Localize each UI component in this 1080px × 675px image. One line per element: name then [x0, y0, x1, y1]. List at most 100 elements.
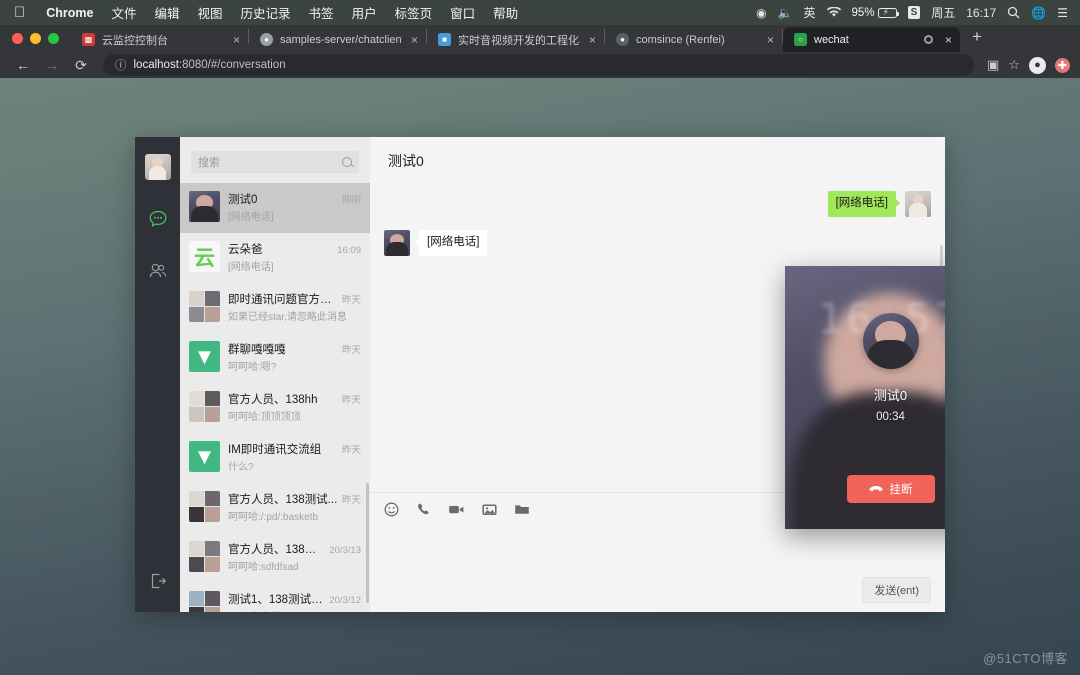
menubar-clock[interactable]: 16:17 [966, 6, 996, 20]
conversation-top-line: IM即时通讯交流组 昨天 [228, 441, 361, 457]
send-button[interactable]: 发送(ent) [862, 577, 931, 603]
browser-tab-title: 云监控控制台 [102, 32, 224, 48]
avatar [189, 391, 220, 422]
sogou-input-icon[interactable]: S [908, 6, 921, 19]
search-placeholder: 搜索 [198, 154, 220, 170]
conversation-top-line: 测试1、138测试1... 20/3/12 [228, 591, 361, 607]
apple-menu-icon[interactable]:  [14, 5, 25, 20]
battery-percent-label: 95% [852, 7, 875, 19]
account-icon[interactable]: ● [1029, 57, 1046, 74]
menu-item-bookmarks[interactable]: 书签 [300, 3, 343, 22]
menu-item-history[interactable]: 历史记录 [232, 3, 300, 22]
conversation-name: 即时通讯问题官方反... [228, 291, 338, 307]
conversation-list-scrollbar[interactable] [366, 483, 369, 603]
menu-item-window[interactable]: 窗口 [441, 3, 484, 22]
conversation-item-2[interactable]: 即时通讯问题官方反... 昨天 如果已经star,请忽略此消息 [180, 283, 370, 333]
github-icon: ● [616, 33, 629, 46]
conversation-item-8[interactable]: 测试1、138测试1... 20/3/12 呵呵哈:必须 [180, 583, 370, 612]
conversation-name: 测试0 [228, 191, 338, 207]
conversation-time: 昨天 [342, 342, 361, 356]
control-center-icon[interactable]: ☰ [1057, 6, 1068, 20]
avatar[interactable] [145, 154, 171, 180]
back-arrow-icon[interactable]: ← [10, 54, 36, 76]
address-bar[interactable]: ⓘ localhost:8080/#/conversation [103, 54, 974, 76]
star-icon[interactable]: ☆ [1008, 57, 1020, 73]
call-duration: 00:34 [876, 411, 905, 423]
conversation-name: 群聊嘎嘎嘎 [228, 341, 338, 357]
site-info-icon[interactable]: ⓘ [115, 57, 127, 73]
close-tab-button[interactable]: × [231, 33, 242, 47]
menu-item-view[interactable]: 视图 [189, 3, 232, 22]
conversation-item-1[interactable]: 云 云朵爸 16:09 [网络电话] [180, 233, 370, 283]
chat-bubble-icon [147, 208, 169, 230]
conversation-body: 测试1、138测试1... 20/3/12 呵呵哈:必须 [228, 591, 361, 612]
close-tab-button[interactable]: × [765, 33, 776, 47]
conversation-list[interactable]: 测试0 刚刚 [网络电话] 云 云朵爸 16:09 [网络电话] [180, 183, 370, 612]
browser-tab-title: 实时音视频开发的工程化实践[正 [458, 32, 580, 48]
browser-tab-1[interactable]: ● samples-server/chatclient.js at × [249, 27, 426, 52]
conversation-item-4[interactable]: 官方人员、138hh 昨天 呵呵哈:顶顶顶顶 [180, 383, 370, 433]
hangup-button[interactable]: 挂断 [847, 475, 935, 503]
conversation-body: 测试0 刚刚 [网络电话] [228, 191, 361, 225]
close-tab-button[interactable]: × [409, 33, 420, 47]
browser-tab-2[interactable]: ■ 实时音视频开发的工程化实践[正 × [427, 27, 604, 52]
wifi-icon[interactable] [827, 7, 841, 18]
conversation-item-0[interactable]: 测试0 刚刚 [网络电话] [180, 183, 370, 233]
tab-audio-indicator-icon[interactable] [924, 35, 933, 44]
forward-arrow-icon[interactable]: → [39, 54, 65, 76]
conversation-body: 官方人员、138hh 昨天 呵呵哈:顶顶顶顶 [228, 391, 361, 425]
search-input[interactable]: 搜索 [191, 151, 359, 173]
emoji-icon[interactable] [384, 502, 399, 517]
sidebar-item-contacts[interactable] [145, 258, 171, 284]
blog-icon: ■ [438, 33, 451, 46]
conversation-body: 官方人员、138测试... 昨天 呵呵哈:/:pd/:basketb [228, 491, 361, 525]
input-method-indicator[interactable]: 英 [804, 4, 816, 21]
microphone-icon[interactable]: 🔈 [778, 6, 793, 20]
siri-icon[interactable]: 🌐 [1031, 6, 1046, 20]
menu-item-tab[interactable]: 标签页 [386, 3, 442, 22]
folder-icon[interactable] [514, 502, 530, 517]
close-window-button[interactable] [12, 33, 23, 44]
video-call-icon[interactable] [448, 502, 465, 517]
logout-button[interactable] [145, 568, 171, 594]
conversation-snippet: 呵呵哈:顶顶顶顶 [228, 412, 301, 423]
conversation-top-line: 官方人员、138测... 20/3/13 [228, 541, 361, 557]
conversation-item-3[interactable]: ▼ 群聊嘎嘎嘎 昨天 呵呵哈:嗯? [180, 333, 370, 383]
browser-tab-3[interactable]: ● comsince (Renfei) × [605, 27, 782, 52]
avatar [189, 541, 220, 572]
window-controls[interactable] [8, 33, 71, 52]
message-bubble[interactable]: [网络电话] [828, 191, 896, 217]
menu-item-chrome[interactable]: Chrome [37, 6, 102, 20]
spotlight-search-icon[interactable] [1007, 6, 1020, 19]
browser-tab-0[interactable]: ▩ 云监控控制台 × [71, 27, 248, 52]
browser-tab-4[interactable]: ○ wechat × [783, 27, 960, 52]
phone-call-icon[interactable] [416, 502, 431, 517]
reload-icon[interactable]: ⟳ [68, 54, 94, 76]
conversation-top-line: 官方人员、138测试... 昨天 [228, 491, 361, 507]
conversation-item-7[interactable]: 官方人员、138测... 20/3/13 呵呵哈:sdfdfsad [180, 533, 370, 583]
menu-item-file[interactable]: 文件 [102, 3, 145, 22]
menu-item-profiles[interactable]: 用户 [343, 3, 386, 22]
maximize-window-button[interactable] [48, 33, 59, 44]
conversation-item-6[interactable]: 官方人员、138测试... 昨天 呵呵哈:/:pd/:basketb [180, 483, 370, 533]
screen-record-icon[interactable]: ◉ [756, 6, 766, 20]
wechat-nav-rail [135, 137, 180, 612]
conversation-time: 昨天 [342, 292, 361, 306]
wechat-app-window: 搜索 测试0 刚刚 [网络电话] 云 云朵爸 [135, 137, 945, 612]
cast-icon[interactable]: ▣ [987, 57, 999, 73]
conversation-item-5[interactable]: ▼ IM即时通讯交流组 昨天 什么? [180, 433, 370, 483]
new-tab-button[interactable]: + [960, 27, 992, 50]
menu-item-help[interactable]: 帮助 [484, 3, 527, 22]
close-tab-button[interactable]: × [943, 33, 954, 47]
extension-icon[interactable]: ✚ [1055, 58, 1070, 73]
close-tab-button[interactable]: × [587, 33, 598, 47]
message-bubble[interactable]: [网络电话] [419, 230, 487, 256]
message-row: [网络电话] [384, 230, 931, 256]
battery-status[interactable]: 95% ⚡ [852, 7, 897, 19]
image-icon[interactable] [482, 502, 497, 517]
menu-item-edit[interactable]: 编辑 [146, 3, 189, 22]
sidebar-item-chats[interactable] [145, 206, 171, 232]
avatar [189, 191, 220, 222]
minimize-window-button[interactable] [30, 33, 41, 44]
github-icon: ● [260, 33, 273, 46]
